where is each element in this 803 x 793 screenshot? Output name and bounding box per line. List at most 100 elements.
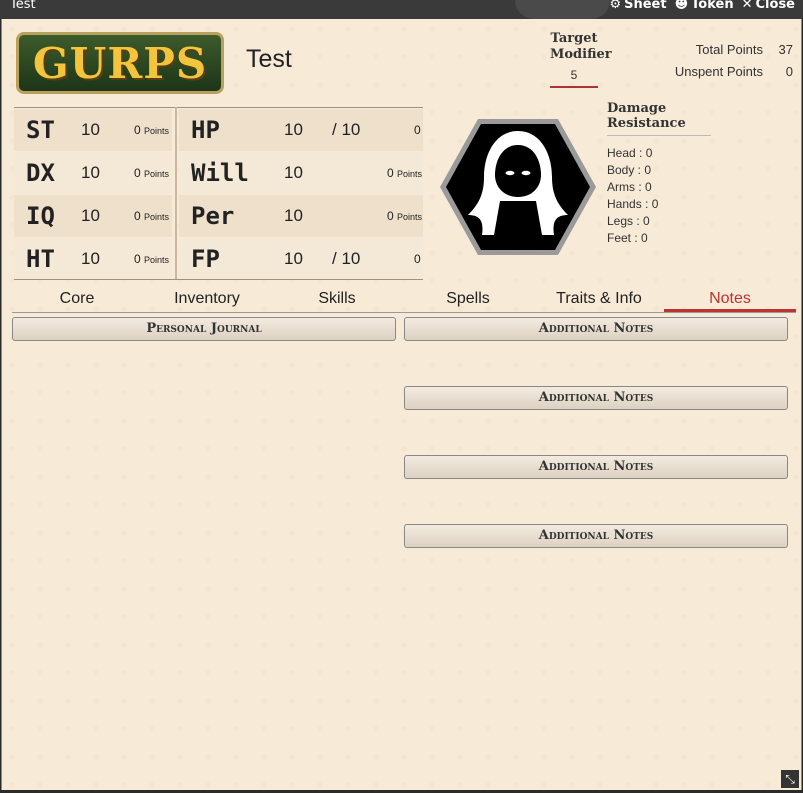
unspent-points: Unspent Points 0	[675, 64, 793, 79]
titlebar-emblem	[515, 0, 610, 19]
close-label: Close	[755, 0, 795, 12]
total-points: Total Points 37	[696, 42, 793, 57]
total-points-label: Total Points	[695, 42, 763, 57]
window-titlebar: Test ⚙ Sheet ☻ Token ✕ Close	[0, 0, 803, 19]
secondary-max[interactable]: / 10	[332, 120, 360, 140]
logo-text: GURPS	[32, 38, 208, 88]
secondary-points: 0 Points	[387, 166, 422, 180]
secondary-points: 0	[414, 123, 421, 137]
attr-points: 0 Points	[134, 166, 169, 180]
attr-name: DX	[26, 159, 55, 187]
total-points-value[interactable]: 37	[763, 42, 793, 57]
attr-points-label: Points	[144, 126, 170, 136]
dr-arms: Arms : 0	[607, 180, 652, 194]
attr-value[interactable]: 10	[81, 120, 100, 140]
secondary-value[interactable]: 10	[284, 120, 303, 140]
column-divider	[175, 107, 177, 280]
character-portrait[interactable]	[438, 117, 598, 261]
dr-feet: Feet : 0	[607, 231, 648, 245]
secondary-points-label: Points	[397, 212, 423, 222]
attr-points-label: Points	[144, 169, 170, 179]
character-sheet: GURPS Test Target Modifier 5 Total Point…	[1, 19, 802, 790]
token-button[interactable]: ☻ Token	[675, 0, 734, 12]
character-name[interactable]: Test	[246, 45, 292, 74]
target-modifier: Target Modifier 5	[550, 31, 612, 88]
attr-name: HT	[26, 245, 55, 273]
unspent-points-value[interactable]: 0	[763, 64, 793, 79]
resize-icon[interactable]: ⤡	[781, 770, 799, 788]
additional-notes-button-4[interactable]: Additional Notes	[404, 524, 788, 548]
window-title: Test	[10, 0, 36, 12]
additional-notes-button-3[interactable]: Additional Notes	[404, 455, 788, 479]
attr-points: 0 Points	[134, 209, 169, 223]
attr-value[interactable]: 10	[81, 163, 100, 183]
tab-skills[interactable]: Skills	[272, 287, 402, 312]
token-label: Token	[691, 0, 734, 12]
tab-bar: Core Inventory Skills Spells Traits & In…	[12, 287, 796, 312]
window-actions: ⚙ Sheet ☻ Token ✕ Close	[609, 0, 795, 12]
target-modifier-label-2: Modifier	[550, 47, 612, 62]
target-modifier-label-1: Target	[550, 31, 598, 46]
attr-row-iq: IQ 10 0 Points	[14, 195, 172, 237]
attr-points: 0 Points	[134, 123, 169, 137]
secondary-max[interactable]: / 10	[332, 249, 360, 269]
attr-points-value: 0	[134, 252, 141, 266]
user-circle-icon: ☻	[674, 0, 689, 12]
secondary-value[interactable]: 10	[284, 163, 303, 183]
damage-resistance-title: Damage Resistance	[607, 101, 711, 136]
secondary-name: Per	[191, 202, 235, 230]
attr-name: ST	[26, 116, 55, 144]
tab-traits-info[interactable]: Traits & Info	[534, 287, 664, 312]
attr-points-value: 0	[134, 166, 141, 180]
gurps-logo: GURPS	[16, 32, 224, 94]
secondary-name: FP	[191, 245, 220, 273]
secondary-value[interactable]: 10	[284, 206, 303, 226]
hooded-figure-icon	[440, 119, 596, 255]
attributes-block: ST 10 0 Points DX 10 0 Points IQ 10 0 Po…	[14, 107, 423, 280]
secondary-points-value: 0	[387, 166, 394, 180]
secondary-row-per: Per 10 0 Points	[179, 195, 423, 237]
tab-core[interactable]: Core	[12, 287, 142, 312]
divider	[14, 107, 423, 108]
dr-legs: Legs : 0	[607, 214, 650, 228]
attr-points-label: Points	[144, 255, 170, 265]
tab-spells[interactable]: Spells	[403, 287, 533, 312]
personal-journal-button[interactable]: Personal Journal	[12, 317, 396, 341]
additional-notes-button-1[interactable]: Additional Notes	[404, 317, 788, 341]
attr-points-label: Points	[144, 212, 170, 222]
unspent-points-label: Unspent Points	[674, 64, 763, 79]
secondary-name: HP	[191, 116, 220, 144]
attr-row-ht: HT 10 0 Points	[14, 238, 172, 280]
attr-points: 0 Points	[134, 252, 169, 266]
divider	[14, 279, 423, 280]
tab-notes[interactable]: Notes	[664, 287, 796, 312]
secondary-row-fp: FP 10 / 10 0	[179, 238, 423, 280]
attr-row-st: ST 10 0 Points	[14, 109, 172, 151]
attr-name: IQ	[26, 202, 55, 230]
secondary-row-hp: HP 10 / 10 0	[179, 109, 423, 151]
secondary-points: 0	[414, 252, 421, 266]
attr-value[interactable]: 10	[81, 206, 100, 226]
damage-resistance: Damage Resistance Head : 0 Body : 0 Arms…	[607, 101, 711, 248]
dr-body: Body : 0	[607, 163, 652, 177]
additional-notes-button-2[interactable]: Additional Notes	[404, 386, 788, 410]
secondary-points: 0 Points	[387, 209, 422, 223]
attr-points-value: 0	[134, 123, 141, 137]
tab-divider	[12, 312, 796, 313]
secondary-points-value: 0	[387, 209, 394, 223]
secondary-points-label: Points	[397, 169, 423, 179]
tab-inventory[interactable]: Inventory	[142, 287, 272, 312]
gear-icon: ⚙	[609, 0, 622, 12]
close-icon: ✕	[741, 0, 753, 12]
attr-row-dx: DX 10 0 Points	[14, 152, 172, 194]
dr-head: Head : 0	[607, 146, 653, 160]
attr-value[interactable]: 10	[81, 249, 100, 269]
close-button[interactable]: ✕ Close	[742, 0, 795, 12]
sheet-button[interactable]: ⚙ Sheet	[609, 0, 666, 12]
target-modifier-value[interactable]: 5	[550, 67, 598, 88]
secondary-row-will: Will 10 0 Points	[179, 152, 423, 194]
secondary-value[interactable]: 10	[284, 249, 303, 269]
sheet-label: Sheet	[624, 0, 667, 12]
dr-hands: Hands : 0	[607, 197, 659, 211]
secondary-name: Will	[191, 159, 249, 187]
